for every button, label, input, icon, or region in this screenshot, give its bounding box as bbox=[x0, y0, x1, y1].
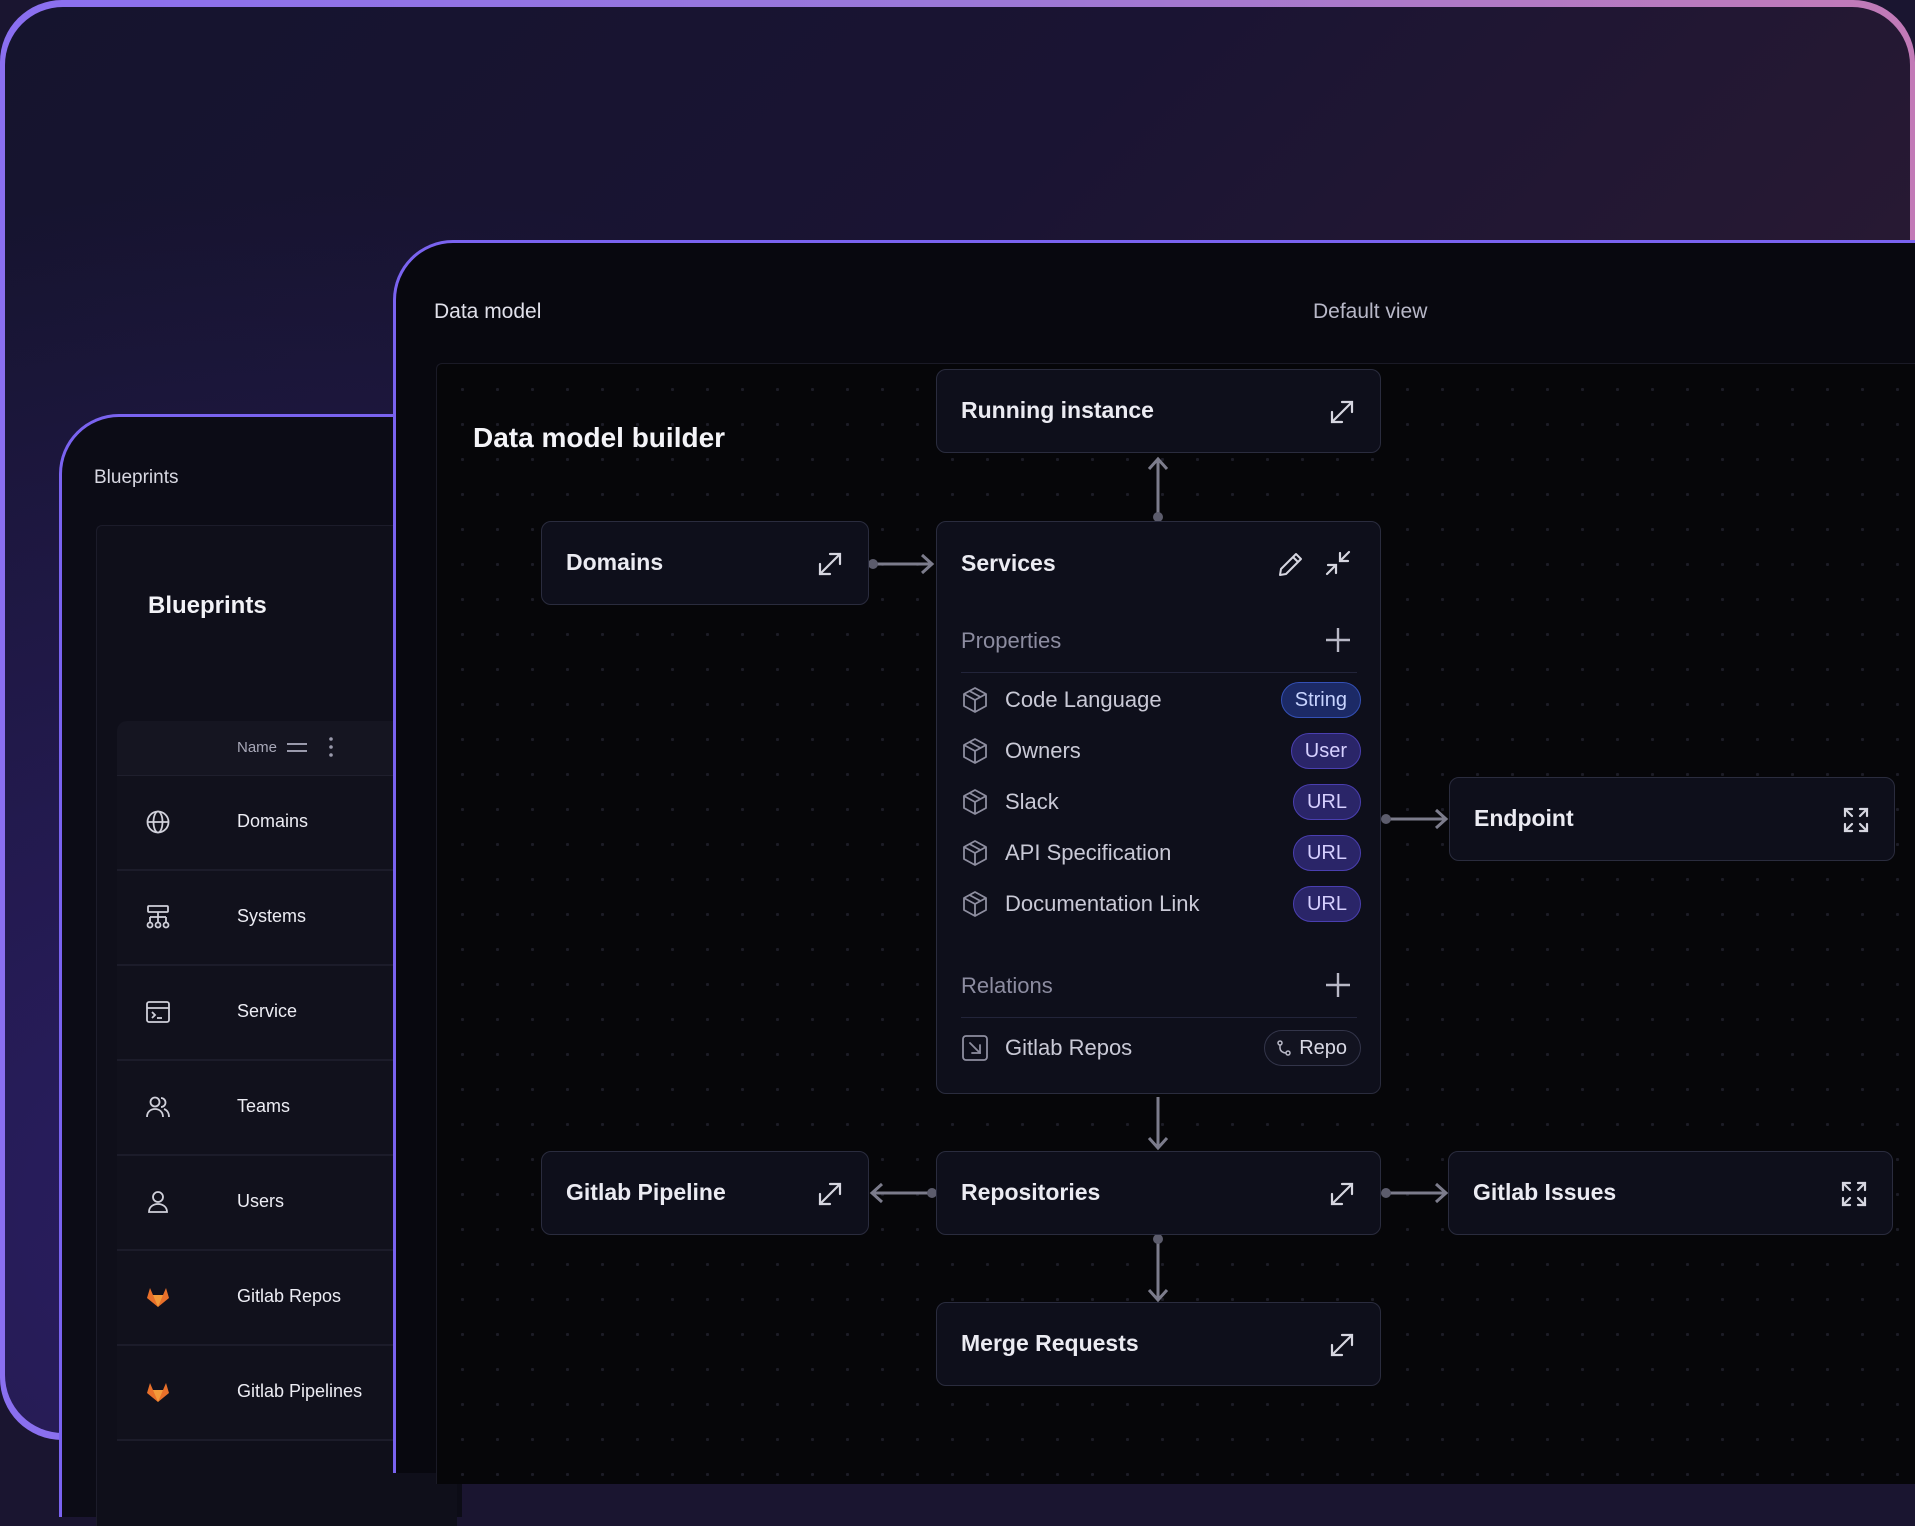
node-label: Merge Requests bbox=[961, 1330, 1139, 1356]
property-name: Documentation Link bbox=[1005, 891, 1200, 916]
relations-title: Relations bbox=[961, 973, 1053, 998]
node-label: Endpoint bbox=[1474, 805, 1574, 831]
type-badge: URL bbox=[1292, 886, 1361, 922]
property-name: Owners bbox=[1005, 738, 1081, 763]
blueprints-title: Blueprints bbox=[148, 592, 267, 619]
relation-name: Gitlab Repos bbox=[1005, 1035, 1133, 1060]
property-item[interactable]: Owners User bbox=[961, 733, 1361, 769]
expand-icon[interactable] bbox=[1328, 1331, 1356, 1359]
canvas-title: Data model builder bbox=[473, 422, 726, 453]
expand-icon[interactable] bbox=[816, 550, 844, 578]
node-merge-requests[interactable]: Merge Requests bbox=[936, 1302, 1381, 1386]
node-label: Services bbox=[961, 550, 1056, 576]
relation-target-badge: Repo bbox=[1264, 1030, 1361, 1066]
cube-icon bbox=[963, 738, 987, 764]
expand-icon[interactable] bbox=[816, 1180, 844, 1208]
node-running-instance[interactable]: Running instance bbox=[936, 369, 1381, 453]
property-name: Code Language bbox=[1005, 687, 1162, 712]
list-item-label: Users bbox=[237, 1191, 285, 1211]
list-item-label: Service bbox=[237, 1001, 298, 1021]
hierarchy-icon bbox=[146, 905, 170, 929]
panel-header-title: Data model bbox=[434, 300, 542, 323]
list-item-label: Teams bbox=[237, 1096, 291, 1116]
relation-arrow-icon bbox=[962, 1035, 988, 1061]
gitlab-icon bbox=[147, 1383, 169, 1402]
property-item[interactable]: Slack URL bbox=[961, 784, 1361, 820]
node-label: Repositories bbox=[961, 1179, 1101, 1205]
properties-title: Properties bbox=[961, 628, 1062, 653]
terminal-window-icon bbox=[146, 1001, 170, 1023]
relation-target-label: Repo bbox=[1299, 1037, 1347, 1059]
add-property-plus-icon[interactable] bbox=[1323, 625, 1353, 655]
list-item-label: Domains bbox=[237, 811, 309, 831]
pencil-icon[interactable] bbox=[1276, 549, 1306, 579]
cube-icon bbox=[963, 789, 987, 815]
expand-icon[interactable] bbox=[1328, 1180, 1356, 1208]
fullscreen-icon[interactable] bbox=[1840, 1180, 1868, 1208]
fullscreen-icon[interactable] bbox=[1842, 806, 1870, 834]
node-label: Domains bbox=[566, 549, 664, 575]
list-item-label: Gitlab Pipelines bbox=[237, 1381, 363, 1401]
users-icon bbox=[146, 1096, 170, 1118]
type-badge: String bbox=[1280, 682, 1361, 718]
property-item[interactable]: Documentation Link URL bbox=[961, 886, 1361, 922]
node-label: Running instance bbox=[961, 397, 1154, 423]
property-item[interactable]: API Specification URL bbox=[961, 835, 1361, 871]
gitlab-icon bbox=[147, 1288, 169, 1307]
view-selector[interactable]: Default view bbox=[1313, 300, 1427, 324]
node-services[interactable]: Services Properties Code Language String… bbox=[936, 521, 1381, 1094]
more-vertical-icon[interactable] bbox=[329, 737, 333, 757]
node-gitlab-issues[interactable]: Gitlab Issues bbox=[1448, 1151, 1893, 1235]
node-repositories[interactable]: Repositories bbox=[936, 1151, 1381, 1235]
name-column-header[interactable]: Name bbox=[237, 739, 277, 756]
property-name: API Specification bbox=[1005, 840, 1172, 865]
collapse-icon[interactable] bbox=[1324, 549, 1352, 577]
divider bbox=[961, 672, 1357, 673]
expand-icon[interactable] bbox=[1328, 398, 1356, 426]
add-relation-plus-icon[interactable] bbox=[1323, 970, 1353, 1000]
globe-icon bbox=[146, 810, 170, 834]
relation-item[interactable]: Gitlab Repos Repo bbox=[961, 1030, 1361, 1066]
git-branch-icon bbox=[1277, 1040, 1291, 1056]
node-label: Gitlab Issues bbox=[1473, 1179, 1617, 1205]
list-item-label: Systems bbox=[237, 906, 307, 926]
node-label: Gitlab Pipeline bbox=[566, 1179, 726, 1205]
panel-label: Blueprints bbox=[94, 467, 179, 488]
node-endpoint[interactable]: Endpoint bbox=[1449, 777, 1895, 861]
cube-icon bbox=[963, 891, 987, 917]
type-badge: URL bbox=[1292, 784, 1361, 820]
node-domains[interactable]: Domains bbox=[541, 521, 869, 605]
list-item-label: Gitlab Repos bbox=[237, 1286, 342, 1306]
cube-icon bbox=[963, 687, 987, 713]
divider bbox=[961, 1017, 1357, 1018]
node-gitlab-pipeline[interactable]: Gitlab Pipeline bbox=[541, 1151, 869, 1235]
type-badge: User bbox=[1290, 733, 1361, 769]
property-item[interactable]: Code Language String bbox=[961, 682, 1361, 718]
sort-lines-icon[interactable] bbox=[287, 743, 307, 752]
property-name: Slack bbox=[1005, 789, 1059, 814]
type-badge: URL bbox=[1292, 835, 1361, 871]
user-icon bbox=[148, 1191, 168, 1213]
cube-icon bbox=[963, 840, 987, 866]
